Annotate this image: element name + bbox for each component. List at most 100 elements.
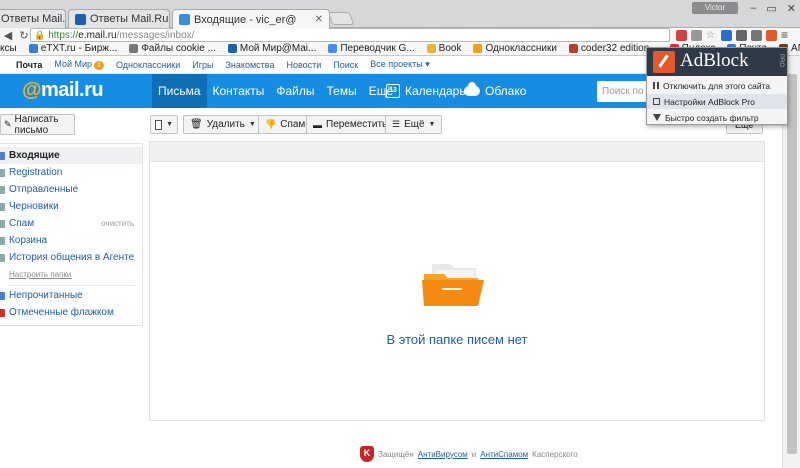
folder-registration[interactable]: Registration: [0, 164, 142, 181]
extension-icon[interactable]: [720, 29, 732, 41]
chevron-down-icon: ▼: [428, 121, 436, 128]
menu-icon[interactable]: ≡: [781, 28, 788, 42]
folder-trash[interactable]: Корзина: [0, 232, 142, 249]
bookmark-favicon-icon: [568, 44, 578, 53]
back-icon[interactable]: ◀: [0, 29, 16, 42]
cloud-icon: [464, 82, 480, 96]
extension-icon[interactable]: [735, 29, 747, 41]
extension-icon[interactable]: [750, 29, 762, 41]
maximize-icon[interactable]: ▭: [766, 2, 776, 15]
lock-icon: 🔒: [34, 29, 46, 40]
new-tab-button[interactable]: [327, 12, 355, 25]
adblock-popup: AdBlock PRO Отключить для этого сайта На…: [646, 47, 788, 125]
nav-letters[interactable]: Письма: [152, 74, 207, 108]
bookmark-item[interactable]: Одноклассники: [473, 43, 557, 54]
bookmark-item[interactable]: eTXT.ru - Бирж...: [28, 43, 117, 54]
spam-icon: [0, 219, 5, 228]
pencil-icon: ✎: [4, 119, 12, 129]
portal-link-pochta[interactable]: Почта: [16, 60, 42, 70]
bookmark-favicon-icon: [28, 44, 38, 53]
url-host: e.mail.ru: [78, 29, 117, 41]
gear-icon: [129, 44, 139, 53]
bookmark-item[interactable]: ксы: [0, 43, 17, 54]
trash-icon: [0, 236, 5, 245]
adblock-header: AdBlock PRO: [647, 48, 787, 76]
select-all-dropdown[interactable]: ▼: [150, 115, 178, 134]
nav-contacts[interactable]: Контакты: [207, 74, 271, 108]
portal-link-news[interactable]: Новости: [286, 60, 321, 70]
settings-icon: [653, 98, 660, 105]
calendar-link[interactable]: 13 Календарь: [386, 74, 466, 108]
filter-unread[interactable]: Непрочитанные: [0, 287, 142, 304]
portal-link-ok[interactable]: Одноклассники: [116, 60, 180, 70]
antivirus-link[interactable]: АнтиВирусом: [418, 450, 468, 459]
folder-sent[interactable]: Отправленные: [0, 181, 142, 198]
extension-icon[interactable]: [675, 29, 687, 41]
clean-spam-link[interactable]: очистить: [101, 219, 134, 228]
folder-drafts[interactable]: Черновики: [0, 198, 142, 215]
minimize-icon[interactable]: –: [750, 2, 756, 15]
adblock-settings[interactable]: Настройки AdBlock Pro: [647, 94, 787, 109]
mail-nav: Письма Контакты Файлы Темы Ещё: [152, 74, 399, 108]
extension-icons: ☆ ≡: [675, 28, 788, 42]
filter-flagged[interactable]: Отмеченные флажком: [0, 304, 142, 321]
delete-button[interactable]: 🗑 Удалить ▼: [183, 115, 263, 134]
portal-link-moy-mir[interactable]: Мой Мир 1: [54, 59, 104, 70]
adblock-quick-filter[interactable]: Быстро создать фильтр: [647, 110, 787, 125]
bookmark-favicon-icon: [227, 44, 237, 53]
empty-folder-icon: [422, 264, 484, 306]
tab-otvety-1[interactable]: Ответы Mail.Ru ✕: [0, 9, 66, 28]
list-header-strip: [150, 142, 764, 162]
antispam-link[interactable]: АнтиСпамом: [480, 450, 528, 459]
bookmark-item[interactable]: Book: [426, 43, 461, 54]
chat-icon: [0, 253, 5, 262]
star-icon[interactable]: ☆: [705, 29, 717, 41]
cloud-link[interactable]: Облако: [464, 74, 526, 108]
nav-topics[interactable]: Темы: [321, 74, 363, 108]
adblock-pro-label: PRO: [778, 54, 784, 68]
tab-otvety-2[interactable]: Ответы Mail.Ru: Chr ✕: [68, 9, 170, 28]
bookmark-item[interactable]: Мой Мир@Mai...: [227, 43, 316, 54]
nav-files[interactable]: Файлы: [270, 74, 320, 108]
bookmark-favicon-icon: [473, 44, 483, 53]
spam-button[interactable]: 👎 Спам: [258, 115, 313, 134]
mail-favicon-icon: [179, 14, 190, 25]
close-icon[interactable]: ✕: [309, 14, 323, 25]
empty-folder-message: В этой папке писем нет: [386, 332, 528, 347]
tab-label: Ответы Mail.Ru: Chr: [90, 13, 170, 25]
folder-inbox[interactable]: Входящие: [0, 147, 142, 164]
bookmark-item[interactable]: Переводчик G...: [328, 43, 415, 54]
filter-icon: [653, 114, 661, 121]
adblock-title: AdBlock: [680, 50, 749, 71]
thumb-down-icon: 👎: [265, 119, 277, 129]
chevron-down-icon: ▼: [166, 121, 173, 128]
folder-settings-link[interactable]: Настроить папки: [0, 266, 142, 283]
portal-link-dating[interactable]: Знакомства: [226, 60, 275, 70]
adblock-icon[interactable]: [765, 29, 777, 41]
calendar-icon: 13: [386, 84, 400, 98]
more-button[interactable]: ☰ Ещё ▼: [385, 115, 443, 134]
sent-icon: [0, 185, 5, 194]
folder-spam[interactable]: Спам очистить: [0, 215, 142, 232]
portal-link-games[interactable]: Игры: [192, 60, 213, 70]
bookmark-item[interactable]: Файлы cookie ...: [129, 43, 216, 54]
mailru-logo[interactable]: @mail.ru: [22, 79, 104, 102]
pause-icon: [653, 82, 659, 89]
notification-badge: 1: [94, 61, 104, 70]
extension-icon[interactable]: [690, 29, 702, 41]
url-path: /messages/inbox/: [116, 29, 195, 41]
tab-inbox[interactable]: Входящие - vic_er@ ✕: [172, 9, 330, 29]
adblock-disable-site[interactable]: Отключить для этого сайта: [647, 78, 787, 93]
close-window-icon[interactable]: ✕: [787, 2, 796, 15]
user-profile-chip[interactable]: Victor: [692, 2, 738, 14]
bookmark-item[interactable]: coder32 edition...: [568, 43, 658, 54]
address-bar[interactable]: 🔒 https:// e.mail.ru /messages/inbox/: [30, 28, 670, 42]
portal-link-all-projects[interactable]: Все проекты ▾: [370, 59, 430, 70]
scrollbar-thumb[interactable]: [787, 74, 797, 454]
adblock-brush-icon: [653, 51, 675, 73]
folder-agent-history[interactable]: История общения в Агенте: [0, 249, 142, 266]
folder-icon: [426, 44, 436, 53]
compose-button[interactable]: ✎ Написать письмо: [0, 114, 75, 136]
mail-search-input[interactable]: Поиск по почте: [597, 81, 647, 102]
portal-link-search[interactable]: Поиск: [333, 60, 358, 70]
